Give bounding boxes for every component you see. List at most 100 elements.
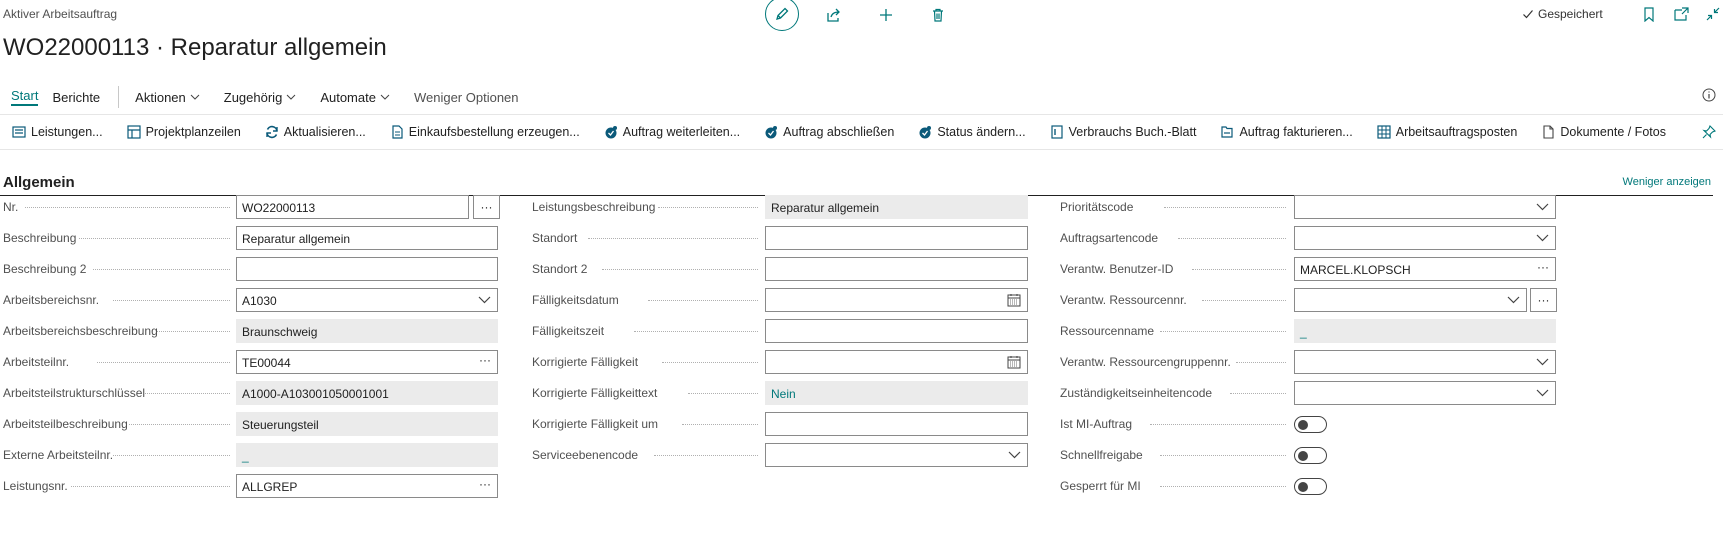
- new-button[interactable]: [869, 0, 903, 30]
- field-label: Leistungsbeschreibung: [532, 200, 656, 214]
- leader-dots: [1236, 362, 1286, 363]
- collapse-button[interactable]: [1702, 4, 1723, 24]
- calendar-icon[interactable]: [1007, 355, 1021, 369]
- action-status-aendern[interactable]: Status ändern...: [918, 125, 1026, 139]
- share-button[interactable]: [817, 0, 851, 30]
- korrigierte-faelligkeit-um-input[interactable]: [765, 412, 1028, 436]
- field-label: Nr.: [3, 200, 19, 214]
- externe-arbeitsteilnr-link[interactable]: _: [236, 443, 498, 467]
- arbeitsteilstrukturschluessel-value: A1000-A103001050001001: [236, 381, 498, 405]
- action-arbeitsauftragsposten[interactable]: Arbeitsauftragsposten: [1377, 125, 1517, 139]
- faelligkeitsdatum-input[interactable]: [765, 288, 1028, 312]
- nr-lookup-button[interactable]: ···: [473, 195, 500, 219]
- action-dokumente-fotos[interactable]: Dokumente / Fotos: [1541, 125, 1666, 139]
- invoice-icon: [1221, 126, 1234, 138]
- section-allgemein-header: Allgemein Weniger anzeigen: [0, 170, 1713, 196]
- zustaendigkeitseinheitencode-select[interactable]: [1294, 381, 1556, 405]
- action-auftrag-fakturieren[interactable]: Auftrag fakturieren...: [1220, 125, 1353, 139]
- field-faelligkeitszeit: Fälligkeitszeit: [532, 319, 1028, 343]
- action-auftrag-abschliessen[interactable]: Auftrag abschließen: [764, 125, 894, 139]
- chevron-down-icon: [1536, 234, 1549, 242]
- action-einkaufsbestellung[interactable]: Einkaufsbestellung erzeugen...: [390, 125, 580, 139]
- field-label: Korrigierte Fälligkeit um: [532, 417, 659, 431]
- verantw-ressourcennr-select[interactable]: [1294, 288, 1527, 312]
- tab-aktionen[interactable]: Aktionen: [135, 90, 200, 105]
- leistungsnr-input[interactable]: ALLGREP ···: [236, 474, 498, 498]
- weniger-anzeigen-link[interactable]: Weniger anzeigen: [1623, 176, 1711, 188]
- leader-dots: [97, 362, 230, 363]
- verantw-benutzer-id-input[interactable]: MARCEL.KLOPSCH ···: [1294, 257, 1556, 281]
- field-externe-arbeitsteilnr: Externe Arbeitsteilnr. _: [3, 443, 498, 467]
- leader-dots: [1230, 393, 1286, 394]
- standort-input[interactable]: [765, 226, 1028, 250]
- field-label: Arbeitsbereichsnr.: [3, 293, 100, 307]
- ressourcenname-link[interactable]: _: [1294, 319, 1556, 343]
- action-aktualisieren[interactable]: Aktualisieren...: [265, 125, 366, 139]
- action-leistungen[interactable]: Leistungen...: [12, 125, 103, 139]
- info-button[interactable]: [1702, 88, 1716, 105]
- tab-weniger-optionen[interactable]: Weniger Optionen: [414, 90, 519, 105]
- beschreibung-2-input[interactable]: [236, 257, 498, 281]
- ellipsis-icon[interactable]: ···: [479, 353, 491, 367]
- field-label: Korrigierte Fälligkeittext: [532, 386, 658, 400]
- leader-dots: [662, 362, 758, 363]
- tab-automate[interactable]: Automate: [320, 90, 390, 105]
- tab-berichte[interactable]: Berichte: [52, 90, 100, 105]
- plus-icon: [880, 9, 892, 21]
- action-auftrag-weiterleiten[interactable]: Auftrag weiterleiten...: [604, 125, 740, 139]
- faelligkeitszeit-input[interactable]: [765, 319, 1028, 343]
- open-new-window-button[interactable]: [1670, 4, 1692, 24]
- tab-berichte-label: Berichte: [52, 89, 101, 105]
- tab-start[interactable]: Start: [11, 88, 39, 106]
- field-gesperrt-fuer-mi: Gesperrt für MI: [1060, 474, 1556, 498]
- ellipsis-icon[interactable]: ···: [479, 477, 491, 491]
- leader-dots: [1202, 300, 1286, 301]
- toggle-knob: [1298, 419, 1308, 430]
- field-arbeitsbereichsbeschreibung: Arbeitsbereichsbeschreibung Braunschweig: [3, 319, 498, 343]
- field-beschreibung: Beschreibung Reparatur allgemein: [3, 226, 498, 250]
- verantw-ressourcengruppennr-select[interactable]: [1294, 350, 1556, 374]
- leistungsbeschreibung-value: Reparatur allgemein: [765, 195, 1028, 219]
- schnellfreigabe-toggle[interactable]: [1294, 447, 1327, 464]
- pin-button[interactable]: [1702, 125, 1716, 142]
- field-label: Fälligkeitsdatum: [532, 293, 619, 307]
- gesperrt-fuer-mi-toggle[interactable]: [1294, 478, 1327, 495]
- korrigierte-faelligkeit-input[interactable]: [765, 350, 1028, 374]
- field-label: Ressourcenname: [1060, 324, 1155, 338]
- tab-zugehoerig-label: Zugehörig: [223, 89, 283, 105]
- action-verbrauchs-buchblatt[interactable]: Verbrauchs Buch.-Blatt: [1050, 125, 1196, 139]
- arbeitsbereichsnr-select[interactable]: A1030: [236, 288, 498, 312]
- info-icon: [1702, 88, 1716, 102]
- calendar-icon[interactable]: [1007, 293, 1021, 307]
- field-nr: Nr. WO22000113 ···: [3, 195, 500, 219]
- planning-lines-icon: [126, 125, 141, 139]
- chevron-down-icon: [1536, 358, 1549, 366]
- delete-button[interactable]: [921, 0, 955, 30]
- journal-icon: [1051, 125, 1063, 139]
- action-projektplanzeilen[interactable]: Projektplanzeilen: [126, 125, 241, 139]
- beschreibung-input[interactable]: Reparatur allgemein: [236, 226, 498, 250]
- field-korrigierte-faelligkeit: Korrigierte Fälligkeit: [532, 350, 1028, 374]
- leader-dots: [79, 238, 230, 239]
- arbeitsteilnr-input[interactable]: TE00044 ···: [236, 350, 498, 374]
- prioritaetscode-select[interactable]: [1294, 195, 1556, 219]
- field-label: Arbeitsbereichsbeschreibung: [3, 324, 158, 338]
- standort-2-input[interactable]: [765, 257, 1028, 281]
- nr-input[interactable]: WO22000113: [236, 195, 469, 219]
- tab-zugehoerig[interactable]: Zugehörig: [224, 90, 297, 105]
- ist-mi-auftrag-toggle[interactable]: [1294, 416, 1327, 433]
- tab-aktionen-label: Aktionen: [135, 89, 186, 105]
- bookmark-button[interactable]: [1638, 4, 1660, 24]
- auftragsartencode-select[interactable]: [1294, 226, 1556, 250]
- serviceebenencode-select[interactable]: [765, 443, 1028, 467]
- ressourcennr-lookup-button[interactable]: ···: [1530, 288, 1557, 312]
- field-leistungsnr: Leistungsnr. ALLGREP ···: [3, 474, 498, 498]
- field-label: Standort: [532, 231, 578, 245]
- ellipsis-icon[interactable]: ···: [1537, 260, 1549, 274]
- korrigierte-faelligkeittext-link[interactable]: Nein: [765, 381, 1028, 405]
- field-verantw-ressourcengruppennr: Verantw. Ressourcengruppennr.: [1060, 350, 1556, 374]
- action-label: Leistungen...: [31, 125, 103, 139]
- field-faelligkeitsdatum: Fälligkeitsdatum: [532, 288, 1028, 312]
- edit-button[interactable]: [765, 0, 799, 31]
- tab-start-label: Start: [11, 88, 39, 103]
